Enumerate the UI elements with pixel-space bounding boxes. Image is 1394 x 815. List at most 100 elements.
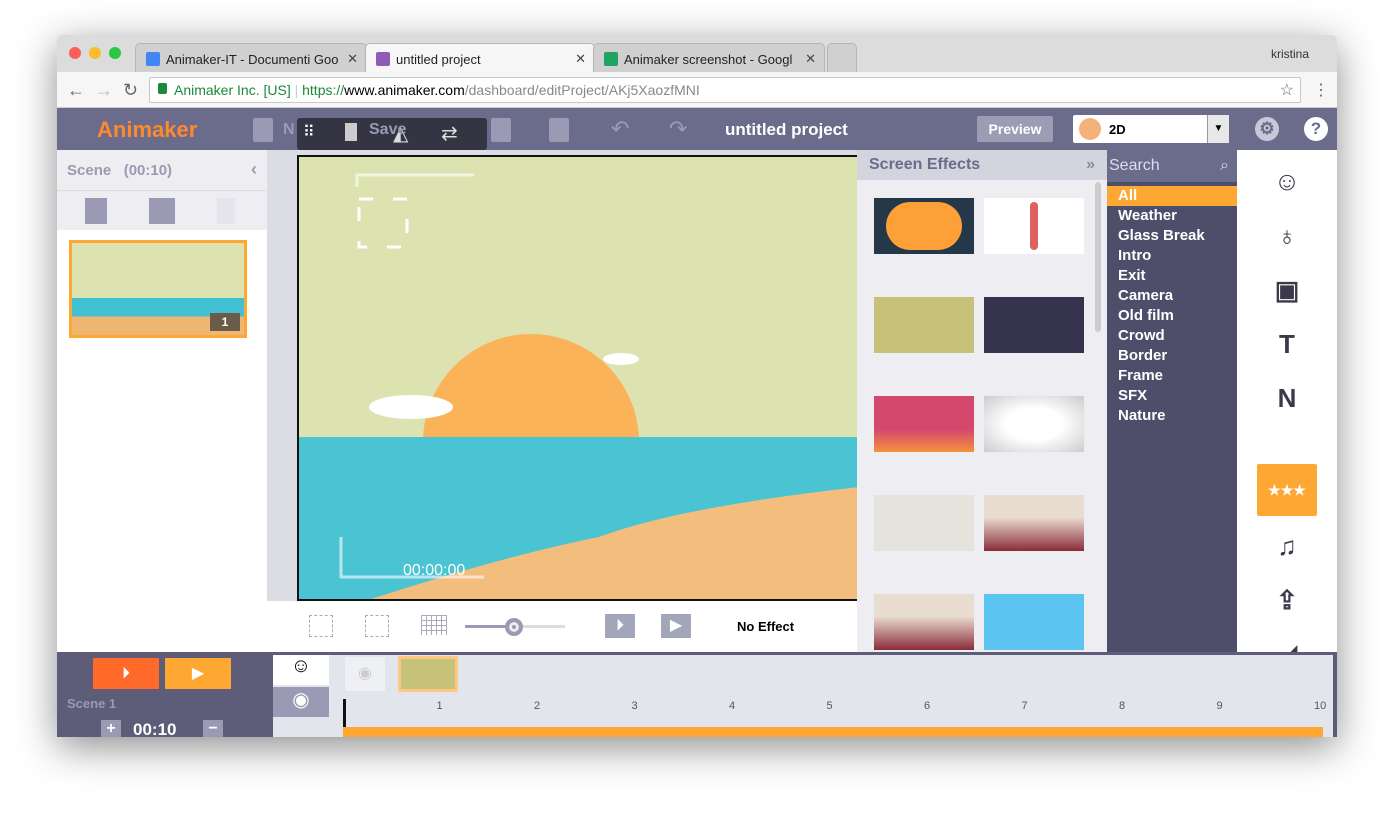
timecode: 00:00:00 [403,562,466,579]
bookmark-star-icon[interactable]: ☆ [1280,80,1294,100]
new-tab-button[interactable] [827,43,857,72]
scrollbar[interactable] [1095,182,1101,332]
fullscreen-icon[interactable] [365,615,389,637]
center-icon[interactable] [309,615,333,637]
slider-thumb[interactable] [505,618,523,636]
profile-name[interactable]: kristina [1271,47,1309,61]
category-old-film[interactable]: Old film [1107,306,1237,326]
effect-thumbnail[interactable] [874,396,974,452]
scene-thumbnail[interactable]: 1 [69,240,247,338]
music-icon[interactable]: ♫ [1257,520,1317,572]
save-button[interactable]: Save [369,121,406,139]
preview-button[interactable]: Preview [977,116,1053,142]
search-icon[interactable]: ⌕ [1220,157,1229,175]
timeline-tick-label: 6 [924,700,931,712]
category-crowd[interactable]: Crowd [1107,326,1237,346]
effect-thumbnail[interactable] [874,198,974,254]
back-icon[interactable]: ← [67,80,85,101]
effect-thumbnail[interactable] [874,495,974,551]
category-all[interactable]: All [1107,186,1237,206]
character-icon[interactable]: ☺ [1257,155,1317,207]
secure-label: Animaker Inc. [US] [174,82,291,98]
hand-frame-icon [357,197,409,249]
stage-canvas[interactable]: 00:00:00 [297,155,857,601]
increase-duration-button[interactable]: + [101,720,121,737]
mode-select[interactable]: 2D ▼ [1073,115,1229,143]
category-camera[interactable]: Camera [1107,286,1237,306]
delete-scene-icon[interactable] [217,198,235,224]
url-input[interactable]: Animaker Inc. [US] | https://www.animake… [149,77,1301,103]
character-track-icon[interactable]: ☺ [273,655,329,685]
category-nature[interactable]: Nature [1107,406,1237,426]
effect-thumbnail[interactable] [874,297,974,353]
effects-icon[interactable]: ★★★ [1257,464,1317,516]
help-icon[interactable]: ? [1304,117,1328,141]
minimize-window-button[interactable] [89,47,101,59]
category-border[interactable]: Border [1107,346,1237,366]
new-file-icon[interactable] [253,118,273,142]
zoom-slider[interactable] [465,618,565,636]
category-exit[interactable]: Exit [1107,266,1237,286]
gear-icon[interactable]: ⚙ [1255,117,1279,141]
search-placeholder: Search [1109,157,1160,174]
category-frame[interactable]: Frame [1107,366,1237,386]
close-tab-icon[interactable]: ✕ [805,51,816,67]
duplicate-scene-icon[interactable] [149,198,175,224]
number-icon[interactable]: N [1257,372,1317,424]
effect-clip[interactable] [398,656,458,692]
scene-panel: Scene (00:10) ‹ 1 [57,150,267,652]
scene-duration: 00:10 [133,720,177,737]
redo-icon[interactable]: ↷ [669,116,687,142]
category-glass-break[interactable]: Glass Break [1107,226,1237,246]
chevron-down-icon[interactable]: ▼ [1207,115,1229,143]
search-input[interactable]: Search ⌕ [1107,150,1237,182]
collapse-panel-icon[interactable]: » [1086,156,1095,174]
undo-icon[interactable]: ↶ [611,116,629,142]
effect-thumbnail[interactable] [984,396,1084,452]
browser-tab[interactable]: Animaker screenshot - Googl ✕ [593,43,825,72]
scene-duration-bar[interactable] [343,727,1323,737]
upload-icon[interactable]: ⇪ [1257,574,1317,626]
play-scene-button[interactable]: ▶ [165,658,231,689]
text-icon[interactable]: T [1257,318,1317,370]
close-window-button[interactable] [69,47,81,59]
project-title[interactable]: untitled project [725,120,848,140]
copy-icon[interactable] [491,118,511,142]
add-scene-icon[interactable] [85,198,107,224]
logo: Animaker [97,117,198,142]
effect-thumbnail[interactable] [984,198,1084,254]
decrease-duration-button[interactable]: − [203,720,223,737]
effect-thumbnail[interactable] [874,594,974,650]
effect-thumbnail[interactable] [984,495,1084,551]
scene-actions [57,190,267,230]
close-tab-icon[interactable]: ✕ [575,51,586,67]
category-sfx[interactable]: SFX [1107,386,1237,406]
play-button[interactable]: ▶ [661,614,691,638]
effect-thumbnail[interactable] [984,594,1084,650]
lightbulb-icon[interactable]: ♁ [1257,210,1317,262]
delete-icon[interactable] [345,123,357,141]
visibility-icon[interactable]: ◉ [345,657,385,691]
close-tab-icon[interactable]: ✕ [347,51,358,67]
reload-icon[interactable]: ↻ [123,80,138,101]
timeline-tick-label: 10 [1314,700,1327,712]
forward-icon[interactable]: → [95,80,113,101]
category-weather[interactable]: Weather [1107,206,1237,226]
collapse-icon[interactable]: ‹ [251,159,257,180]
paste-icon[interactable] [549,118,569,142]
animaker-icon [376,52,390,66]
browser-tab-active[interactable]: untitled project ✕ [365,43,595,72]
menu-icon[interactable]: ⋮ [1313,80,1329,100]
browser-tab[interactable]: Animaker-IT - Documenti Goo ✕ [135,43,367,72]
category-intro[interactable]: Intro [1107,246,1237,266]
zoom-window-button[interactable] [109,47,121,59]
effects-title: Screen Effects [869,156,981,173]
grid-icon[interactable] [421,615,447,635]
drag-handle-icon[interactable]: ⠿ [303,122,315,142]
image-icon[interactable]: ▣ [1257,264,1317,316]
camera-track-icon[interactable]: ◉ [273,687,329,717]
effect-thumbnail[interactable] [984,297,1084,353]
play-scene-from-start-button[interactable]: ⏵ [93,658,159,689]
swap-icon[interactable]: ⇄ [441,121,458,146]
play-from-start-button[interactable]: ⏵ [605,614,635,638]
